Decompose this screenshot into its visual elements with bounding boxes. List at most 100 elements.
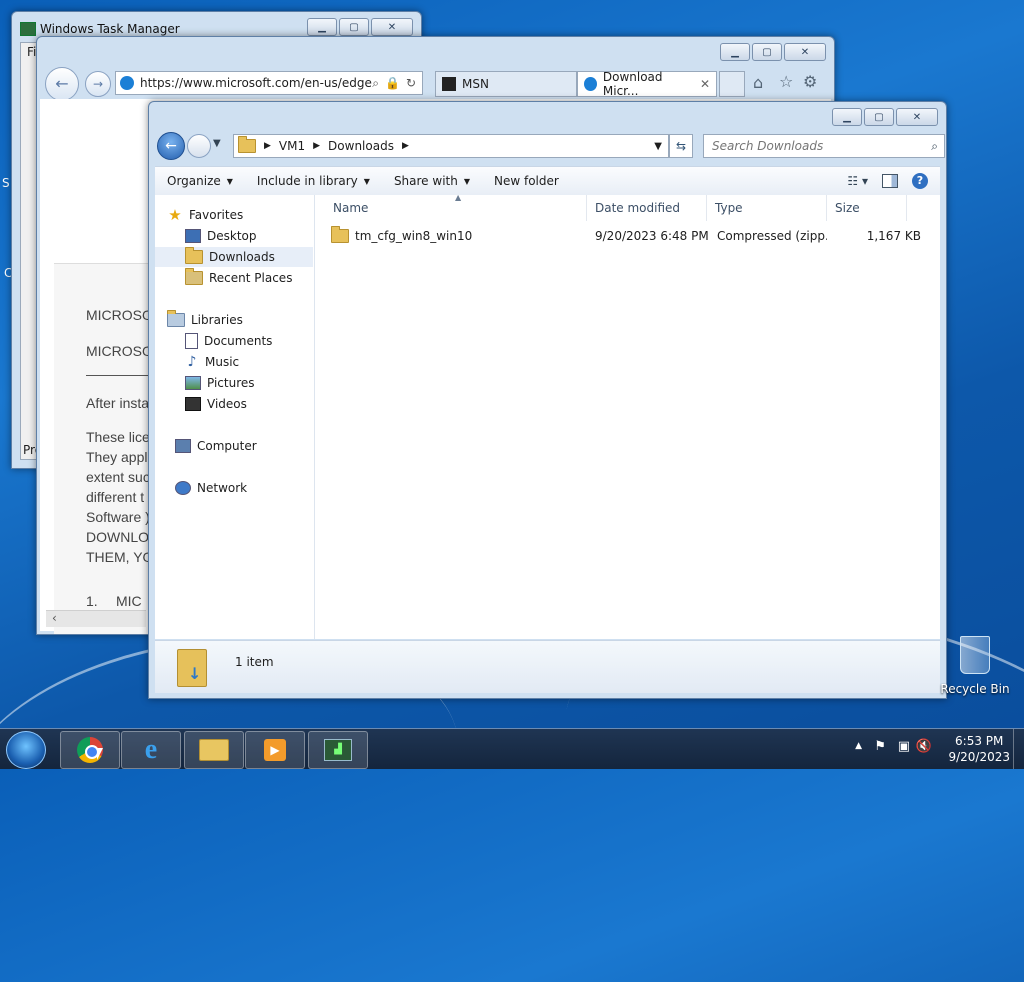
breadcrumb-downloads[interactable]: Downloads xyxy=(328,139,394,153)
search-box[interactable]: ⌕ xyxy=(703,134,945,158)
search-icon[interactable]: ⌕ xyxy=(372,76,379,91)
nav-videos[interactable]: Videos xyxy=(155,394,313,414)
search-icon[interactable]: ⌕ xyxy=(931,139,938,154)
page-text: MIC xyxy=(116,593,142,609)
refresh-icon[interactable]: ↻ xyxy=(406,76,416,90)
recycle-bin-icon[interactable] xyxy=(956,632,992,676)
windows-orb-icon[interactable] xyxy=(6,731,46,769)
nav-desktop[interactable]: Desktop xyxy=(155,226,313,246)
file-list: Name ▲ Date modified Type Size tm_cfg_wi… xyxy=(315,193,940,639)
nav-libraries[interactable]: Libraries xyxy=(167,310,325,330)
nav-computer[interactable]: Computer xyxy=(175,436,333,456)
chevron-right-icon[interactable]: ▶ xyxy=(264,141,271,151)
chevron-right-icon[interactable]: ▶ xyxy=(402,141,409,151)
close-tab-icon[interactable]: ✕ xyxy=(700,77,710,91)
column-header-name[interactable]: Name ▲ xyxy=(325,193,587,221)
recycle-bin-label[interactable]: Recycle Bin xyxy=(940,682,1010,696)
maximize-button[interactable]: ▢ xyxy=(752,43,782,61)
new-folder-button[interactable]: New folder xyxy=(482,174,571,188)
dropdown-arrow-icon: ▼ xyxy=(226,176,233,186)
tab-msn[interactable]: MSN xyxy=(435,71,577,97)
tab-download-microsoft[interactable]: Download Micr... ✕ xyxy=(577,70,717,98)
tab-label: Download Micr... xyxy=(602,70,663,98)
page-text: MICROSO xyxy=(86,343,153,359)
folder-icon xyxy=(199,739,229,761)
dropdown-arrow-icon: ▼ xyxy=(463,176,470,186)
breadcrumb-vm1[interactable]: VM1 xyxy=(279,139,305,153)
nav-music[interactable]: ♪ Music xyxy=(155,352,313,372)
share-label: Share with xyxy=(393,174,458,188)
taskbar-task-manager[interactable]: ▟ xyxy=(308,731,368,769)
menu-file[interactable]: Fi xyxy=(27,45,36,59)
preview-pane-icon[interactable] xyxy=(882,174,898,188)
command-bar: Organize ▼ Include in library ▼ Share with… xyxy=(155,166,940,196)
task-manager-icon xyxy=(20,22,36,36)
close-button[interactable]: ✕ xyxy=(896,108,938,126)
nav-label: Libraries xyxy=(191,313,243,327)
videos-icon xyxy=(185,397,201,411)
column-header-size[interactable]: Size xyxy=(827,195,907,221)
minimize-button[interactable]: ▁ xyxy=(307,18,337,36)
close-button[interactable]: ✕ xyxy=(371,18,413,36)
page-text: 1. xyxy=(86,593,98,609)
pictures-icon xyxy=(185,376,201,390)
recent-pages-chevron-icon[interactable]: ▼ xyxy=(213,138,221,149)
internet-explorer-icon: e xyxy=(144,734,158,765)
nav-pictures[interactable]: Pictures xyxy=(155,373,313,393)
home-icon[interactable]: ⌂ xyxy=(753,73,763,92)
back-button[interactable]: ← xyxy=(157,132,185,160)
page-text: THEM, YO xyxy=(86,549,154,565)
maximize-button[interactable]: ▢ xyxy=(339,18,369,36)
taskbar-windows-explorer[interactable] xyxy=(184,731,244,769)
favorites-star-icon[interactable]: ☆ xyxy=(779,72,793,91)
breadcrumb[interactable]: ▶ VM1 ▶ Downloads ▶ ▼ xyxy=(233,134,669,158)
action-center-flag-icon[interactable]: ⚑ xyxy=(874,739,886,754)
organize-button[interactable]: Organize ▼ xyxy=(155,174,245,188)
divider xyxy=(86,375,150,376)
help-icon[interactable]: ? xyxy=(912,173,928,189)
column-header-type[interactable]: Type xyxy=(707,195,827,221)
nav-documents[interactable]: Documents xyxy=(155,331,313,351)
gear-icon[interactable]: ⚙ xyxy=(803,72,817,91)
share-with-button[interactable]: Share with ▼ xyxy=(382,174,482,188)
taskbar-media-player[interactable]: ▶ xyxy=(245,731,305,769)
nav-favorites[interactable]: ★ Favorites xyxy=(167,205,325,225)
volume-muted-icon[interactable]: 🔇 xyxy=(916,739,932,754)
nav-downloads[interactable]: Downloads xyxy=(155,247,313,267)
network-status-icon[interactable]: ▣ xyxy=(898,739,910,754)
nav-label: Documents xyxy=(204,334,273,348)
maximize-button[interactable]: ▢ xyxy=(864,108,894,126)
horizontal-scrollbar[interactable]: ‹ xyxy=(46,610,146,627)
search-input[interactable] xyxy=(710,138,932,154)
address-dropdown-icon[interactable]: ▼ xyxy=(654,141,662,152)
forward-button[interactable] xyxy=(187,134,211,158)
back-button[interactable]: ← xyxy=(45,67,79,101)
explorer-window[interactable]: ▁ ▢ ✕ ← ▼ ▶ VM1 ▶ Downloads ▶ ▼ ⇆ ⌕ Orga… xyxy=(148,101,947,699)
minimize-button[interactable]: ▁ xyxy=(832,108,862,126)
scroll-left-icon[interactable]: ‹ xyxy=(52,611,57,625)
view-options-icon[interactable]: ☷ ▾ xyxy=(847,174,868,188)
address-text[interactable]: https://www.microsoft.com/en-us/edge/ xyxy=(140,76,372,90)
minimize-button[interactable]: ▁ xyxy=(720,43,750,61)
file-name: tm_cfg_win8_win10 xyxy=(355,229,473,243)
refresh-icon[interactable]: ⇆ xyxy=(669,134,693,158)
table-row[interactable]: tm_cfg_win8_win10 9/20/2023 6:48 PM Comp… xyxy=(331,225,921,247)
forward-button[interactable]: → xyxy=(85,71,111,97)
show-hidden-icons-icon[interactable]: ▲ xyxy=(855,741,862,751)
system-clock[interactable]: 6:53 PM 9/20/2023 xyxy=(948,733,1010,765)
close-button[interactable]: ✕ xyxy=(784,43,826,61)
sort-ascending-icon: ▲ xyxy=(455,193,462,202)
address-bar[interactable]: https://www.microsoft.com/en-us/edge/ ⌕ … xyxy=(115,71,423,95)
mouse-cursor-icon xyxy=(97,748,103,760)
nav-recent-places[interactable]: Recent Places xyxy=(155,268,313,288)
clock-date: 9/20/2023 xyxy=(948,750,1010,764)
chevron-right-icon[interactable]: ▶ xyxy=(313,141,320,151)
include-in-library-button[interactable]: Include in library ▼ xyxy=(245,174,382,188)
taskbar-chrome[interactable] xyxy=(60,731,120,769)
nav-network[interactable]: Network xyxy=(175,478,333,498)
show-desktop-button[interactable] xyxy=(1013,729,1024,769)
item-count: 1 item xyxy=(235,655,274,669)
taskbar-internet-explorer[interactable]: e xyxy=(121,731,181,769)
new-tab-button[interactable] xyxy=(719,71,745,97)
column-header-date[interactable]: Date modified xyxy=(587,195,707,221)
